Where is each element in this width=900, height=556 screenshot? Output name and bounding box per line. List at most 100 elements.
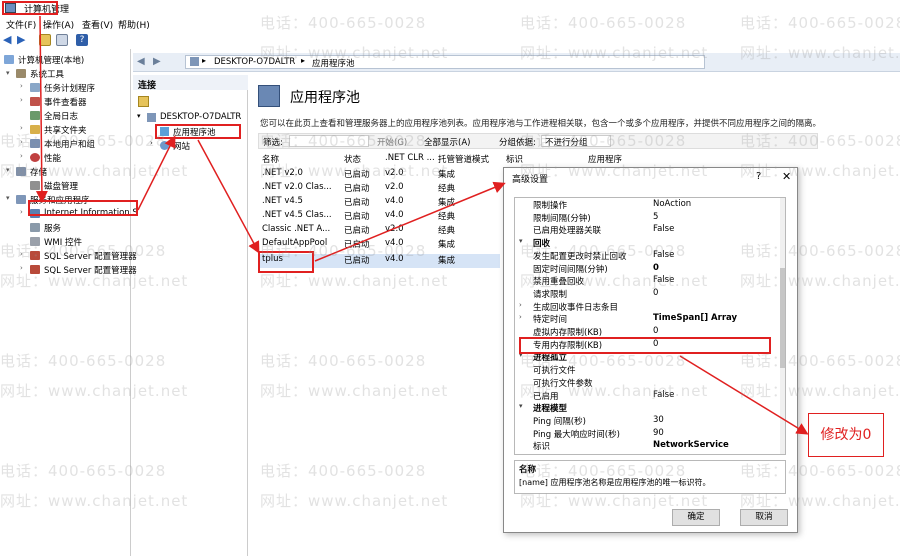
chevron-right-icon[interactable]: ›: [20, 208, 23, 216]
property-category[interactable]: ▾ 进程模型: [515, 401, 780, 415]
table-row[interactable]: .NET v2.0 Clas... 已启动 v2.0 经典: [258, 182, 500, 196]
tree-system-tools[interactable]: 系统工具: [30, 68, 64, 80]
server-icon: [190, 57, 199, 66]
menu-file[interactable]: 文件(F): [6, 18, 36, 31]
watermark-site: 网址：www.chanjet.net: [260, 382, 449, 400]
watermark-phone: 电话：400-665-0028: [520, 14, 687, 32]
back-arrow-icon[interactable]: ◀: [137, 56, 145, 67]
annotation-highlight-title: [2, 1, 58, 15]
watermark-phone: 电话：400-665-0028: [0, 132, 167, 150]
table-row[interactable]: Classic .NET A... 已启动 v2.0 经典: [258, 224, 500, 238]
watermark-phone: 电话：400-665-0028: [260, 242, 427, 260]
property-value[interactable]: 30: [653, 415, 664, 425]
watermark-phone: 电话：400-665-0028: [0, 242, 167, 260]
row-status: 已启动: [344, 226, 370, 236]
scrollbar[interactable]: [780, 198, 785, 454]
menu-view[interactable]: 查看(V): [82, 18, 113, 31]
chevron-down-icon[interactable]: ▾: [137, 112, 141, 120]
tree-task-scheduler[interactable]: 任务计划程序: [44, 82, 95, 94]
chevron-right-icon[interactable]: ›: [519, 313, 522, 321]
tree-disk-management[interactable]: 磁盘管理: [44, 180, 78, 192]
row-mode: 集成: [438, 240, 456, 250]
property-name: 标识: [533, 442, 551, 453]
disk-icon: [30, 181, 40, 190]
watermark-phone: 电话：400-665-0028: [260, 462, 427, 480]
row-mode: 经典: [438, 212, 456, 222]
back-arrow-icon[interactable]: ◀: [3, 34, 15, 46]
page-title: 应用程序池: [290, 90, 360, 106]
property-name: 限制操作: [533, 201, 568, 211]
watermark-site: 网址：www.chanjet.net: [520, 272, 709, 290]
property-value[interactable]: False: [653, 224, 674, 234]
watermark-site: 网址：www.chanjet.net: [740, 44, 900, 62]
menu-help[interactable]: 帮助(H): [118, 18, 150, 31]
tree-services[interactable]: 服务: [44, 222, 61, 234]
watermark-site: 网址：www.chanjet.net: [520, 382, 709, 400]
watermark-site: 网址：www.chanjet.net: [0, 272, 189, 290]
property-value[interactable]: 5: [653, 212, 658, 222]
conn-app-pools[interactable]: 应用程序池: [173, 126, 216, 138]
forward-arrow-icon[interactable]: ▶: [153, 56, 161, 67]
show-all-button[interactable]: 全部显示(A): [424, 136, 470, 148]
chevron-right-icon[interactable]: ›: [20, 82, 23, 90]
property-row[interactable]: 已启用处理器关联 False: [515, 223, 780, 236]
page-description: 您可以在此页上查看和管理服务器上的应用程序池列表。应用程序池与工作进程相关联，包…: [260, 119, 822, 129]
chevron-right-icon[interactable]: ›: [20, 152, 23, 160]
chevron-down-icon[interactable]: ▾: [519, 402, 523, 410]
ok-button[interactable]: 确定: [672, 509, 720, 526]
chevron-down-icon[interactable]: ▾: [6, 69, 10, 77]
annotation-highlight-iis: [28, 200, 138, 216]
watermark-site: 网址：www.chanjet.net: [0, 382, 189, 400]
watermark-site: 网址：www.chanjet.net: [740, 272, 900, 290]
task-scheduler-icon: [30, 83, 40, 92]
property-value[interactable]: NoAction: [653, 199, 691, 209]
table-row[interactable]: .NET v4.5 Clas... 已启动 v4.0 经典: [258, 210, 500, 224]
watermark-site: 网址：www.chanjet.net: [0, 492, 189, 510]
system-tools-icon: [16, 69, 26, 78]
property-row[interactable]: Ping 最大响应时间(秒) 90: [515, 427, 780, 440]
row-clr: v4.0: [385, 210, 404, 220]
row-clr: v4.0: [385, 196, 404, 206]
property-row[interactable]: 限制间隔(分钟) 5: [515, 211, 780, 224]
watermark-phone: 电话：400-665-0028: [0, 462, 167, 480]
menu-action[interactable]: 操作(A): [43, 18, 74, 31]
watermark-site: 网址：www.chanjet.net: [520, 492, 709, 510]
up-folder-icon[interactable]: [39, 34, 51, 46]
property-row[interactable]: 标识 NetworkService: [515, 439, 780, 452]
watermark-phone: 电话：400-665-0028: [740, 462, 900, 480]
services-apps-icon: [16, 195, 26, 204]
watermark-site: 网址：www.chanjet.net: [740, 162, 900, 180]
watermark-site: 网址：www.chanjet.net: [740, 492, 900, 510]
property-row[interactable]: › 生成回收事件日志条目: [515, 300, 780, 313]
watermark-site: 网址：www.chanjet.net: [0, 162, 189, 180]
chevron-right-icon[interactable]: ›: [519, 301, 522, 309]
watermark-phone: 电话：400-665-0028: [520, 132, 687, 150]
show-hide-tree-icon[interactable]: [56, 34, 68, 46]
property-value[interactable]: TimeSpan[] Array: [653, 313, 737, 323]
table-row[interactable]: .NET v4.5 已启动 v4.0 集成: [258, 196, 500, 210]
property-row[interactable]: Ping 间隔(秒) 30: [515, 414, 780, 427]
conn-server[interactable]: DESKTOP-O7DALTR: [160, 112, 241, 122]
watermark-phone: 电话：400-665-0028: [740, 242, 900, 260]
chevron-right-icon[interactable]: ›: [20, 96, 23, 104]
property-name: Ping 最大响应时间(秒): [533, 429, 620, 440]
conn-sites[interactable]: 网站: [173, 140, 190, 152]
property-name: 特定时间: [533, 315, 568, 326]
property-name: Ping 间隔(秒): [533, 416, 586, 427]
tree-full-log[interactable]: 全局日志: [44, 110, 78, 122]
chevron-down-icon[interactable]: ▾: [6, 194, 10, 202]
server-icon: [147, 113, 156, 122]
tree-event-viewer[interactable]: 事件查看器: [44, 96, 87, 108]
property-row[interactable]: 限制操作 NoAction: [515, 198, 780, 211]
property-value[interactable]: 0: [653, 326, 658, 336]
connect-icon[interactable]: [138, 96, 149, 107]
help-icon[interactable]: ?: [76, 34, 88, 46]
property-value[interactable]: 90: [653, 428, 664, 438]
watermark-phone: 电话：400-665-0028: [520, 242, 687, 260]
tree-root[interactable]: 计算机管理(本地): [18, 54, 84, 66]
cancel-button[interactable]: 取消: [740, 509, 788, 526]
property-value[interactable]: NetworkService: [653, 440, 729, 450]
property-row[interactable]: › 特定时间 TimeSpan[] Array: [515, 312, 780, 325]
forward-arrow-icon[interactable]: ▶: [17, 34, 29, 46]
watermark-site: 网址：www.chanjet.net: [260, 492, 449, 510]
